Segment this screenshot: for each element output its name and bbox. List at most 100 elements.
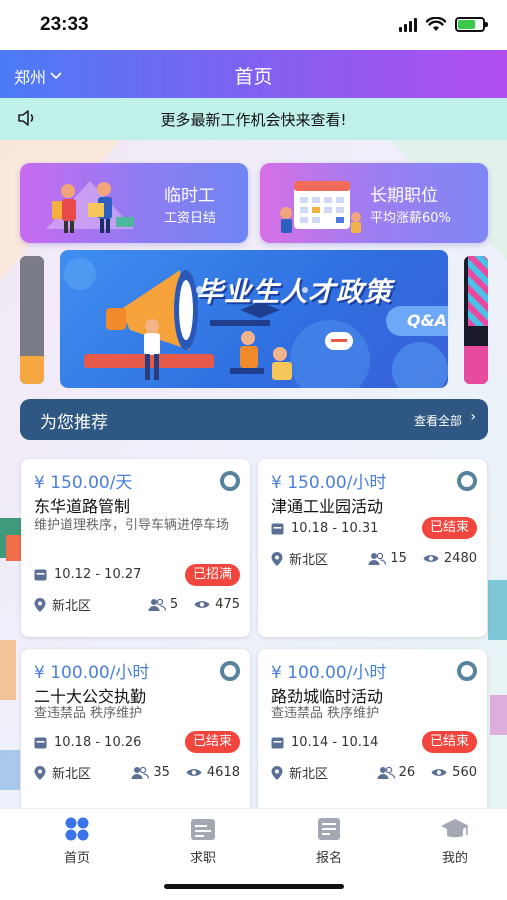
- job-card[interactable]: ¥ 150.00/天 东华道路管制 维护道理秩序，引导车辆进停车场 10.12 …: [21, 459, 250, 637]
- chevron-right-icon[interactable]: ›: [470, 409, 476, 425]
- job-location-text: 新北区: [289, 767, 329, 782]
- job-views: 560: [431, 765, 477, 780]
- home-indicator: [164, 884, 344, 889]
- recommend-title: 为您推荐: [40, 413, 108, 433]
- job-title: 东华道路管制: [34, 497, 131, 516]
- job-applicants-count: 5: [169, 597, 179, 612]
- job-views-count: 2480: [443, 551, 477, 566]
- job-location: 新北区: [271, 763, 377, 782]
- job-location-text: 新北区: [52, 599, 92, 614]
- eye-icon: [431, 769, 447, 776]
- job-views: 2480: [423, 551, 477, 566]
- calendar-icon: [271, 523, 284, 535]
- job-status-ring-icon: [220, 661, 240, 681]
- location-pin-icon: [271, 765, 283, 780]
- job-status-ring-icon: [457, 661, 477, 681]
- category-title: 长期职位: [370, 186, 438, 206]
- banner-graduate-policy[interactable]: 毕业生人才政策 Q&A: [60, 250, 448, 388]
- tab-register[interactable]: 报名: [284, 817, 374, 866]
- job-applicants-count: 15: [390, 551, 407, 566]
- job-views-count: 475: [215, 597, 240, 612]
- job-location: 新北区: [34, 763, 131, 782]
- cellular-signal-icon: [399, 17, 417, 32]
- home-grid-icon: [65, 817, 89, 841]
- tab-home[interactable]: 首页: [32, 817, 122, 866]
- banner-qa-tag: Q&A: [386, 306, 448, 336]
- page-title: 首页: [234, 66, 273, 88]
- location-pin-icon: [34, 597, 46, 612]
- briefcase-icon: [191, 819, 215, 840]
- banner-next-slide[interactable]: [464, 256, 488, 384]
- tab-profile[interactable]: 我的: [410, 817, 500, 866]
- job-status-badge: 已结束: [421, 731, 477, 753]
- job-card[interactable]: ¥ 100.00/小时 二十大公交执勤 查违禁品 秩序维护 10.18 - 10…: [21, 649, 250, 827]
- category-subtitle: 工资日结: [164, 211, 217, 226]
- job-date: 10.14 - 10.14: [291, 735, 379, 750]
- job-views-count: 560: [452, 765, 477, 780]
- people-icon: [148, 598, 166, 611]
- job-meta-row: 新北区 35 4618: [34, 763, 240, 782]
- location-pin-icon: [34, 765, 46, 780]
- job-location-text: 新北区: [52, 767, 92, 782]
- job-applicants-count: 26: [398, 765, 416, 780]
- job-date-row: 10.14 - 10.14: [271, 735, 378, 750]
- tab-job-search[interactable]: 求职: [158, 817, 248, 866]
- job-description: 维护道理秩序，引导车辆进停车场: [34, 518, 230, 533]
- tab-home-label: 首页: [63, 851, 90, 866]
- speaker-icon: [18, 110, 34, 126]
- status-icons: [399, 17, 488, 32]
- job-card[interactable]: ¥ 100.00/小时 路劲城临时活动 查违禁品 秩序维护 10.14 - 10…: [258, 649, 487, 827]
- category-title: 临时工: [164, 186, 215, 206]
- job-meta-row: 新北区 26 560: [271, 763, 477, 782]
- job-location: 新北区: [34, 595, 148, 614]
- job-meta-row: 新北区 15 2480: [271, 549, 477, 568]
- job-meta-row: 新北区 5 475: [34, 595, 240, 614]
- job-views: 475: [194, 597, 240, 612]
- job-applicants: 35: [131, 765, 170, 780]
- job-applicants: 15: [368, 551, 407, 566]
- eye-icon: [186, 769, 202, 776]
- delivery-workers-illustration: [46, 181, 134, 233]
- battery-icon: [455, 17, 488, 32]
- job-title: 津通工业园活动: [271, 497, 384, 516]
- location-pin-icon: [271, 551, 283, 566]
- recommend-header: 为您推荐 查看全部 ›: [20, 399, 488, 440]
- tab-job-search-label: 求职: [189, 851, 216, 866]
- job-views-count: 4618: [206, 765, 240, 780]
- job-price: ¥ 150.00/小时: [271, 473, 387, 493]
- banner-prev-slide[interactable]: [20, 256, 44, 384]
- category-long-term[interactable]: 长期职位 平均涨薪60%: [260, 163, 488, 243]
- register-icon: [318, 818, 340, 840]
- calendar-illustration: [280, 181, 361, 233]
- job-status-badge: 已招满: [184, 564, 240, 586]
- job-card[interactable]: ¥ 150.00/小时 津通工业园活动 10.18 - 10.31 已结束 新北…: [258, 459, 487, 637]
- people-icon: [368, 552, 387, 565]
- category-temp-work[interactable]: 临时工 工资日结: [20, 163, 248, 243]
- job-date-row: 10.18 - 10.31: [271, 521, 378, 536]
- job-applicants: 5: [148, 597, 178, 612]
- view-all-link[interactable]: 查看全部: [414, 412, 462, 429]
- notice-bar[interactable]: 更多最新工作机会快来查看!: [0, 98, 507, 140]
- job-location: 新北区: [271, 549, 368, 568]
- job-date-row: 10.18 - 10.26: [34, 735, 141, 750]
- job-date: 10.18 - 10.31: [291, 521, 379, 536]
- category-subtitle: 平均涨薪60%: [370, 211, 451, 226]
- job-price: ¥ 150.00/天: [34, 473, 133, 493]
- header-bar: 郑州 首页: [0, 50, 507, 98]
- tab-register-label: 报名: [315, 851, 342, 866]
- job-price: ¥ 100.00/小时: [34, 663, 150, 683]
- job-status-ring-icon: [457, 471, 477, 491]
- people-icon: [377, 766, 395, 779]
- job-applicants: 26: [377, 765, 416, 780]
- people-icon: [131, 766, 150, 779]
- calendar-icon: [271, 737, 284, 749]
- job-date: 10.18 - 10.26: [54, 735, 142, 750]
- graduation-cap-icon: [441, 819, 469, 838]
- tab-profile-label: 我的: [441, 851, 468, 866]
- job-status-badge: 已结束: [421, 517, 477, 539]
- banner-title: 毕业生人才政策: [196, 277, 392, 308]
- wifi-icon: [426, 17, 446, 31]
- notice-text: 更多最新工作机会快来查看!: [160, 110, 347, 129]
- job-date-row: 10.12 - 10.27: [34, 567, 141, 582]
- eye-icon: [194, 601, 210, 608]
